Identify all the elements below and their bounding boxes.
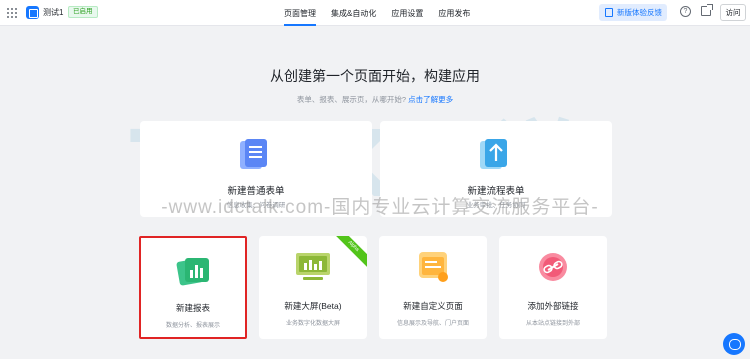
ribbon-label: Alpha xyxy=(333,236,367,269)
chat-support-button[interactable] xyxy=(723,333,745,355)
new-custom-page-card[interactable]: 新建自定义页面 信息展示及导航、门户页面 xyxy=(379,236,487,339)
link-icon xyxy=(539,253,567,281)
tab-app-publish[interactable]: 应用发布 xyxy=(438,0,470,26)
big-screen-icon xyxy=(296,253,330,280)
card-desc: 从本站点链接到外部 xyxy=(525,321,580,327)
tab-page-management[interactable]: 页面管理 xyxy=(284,0,316,26)
card-desc: 业务审批、任务协同 xyxy=(466,202,526,209)
edit-icon xyxy=(605,8,613,17)
new-normal-form-card[interactable]: 新建普通表单 信息收集、问卷调研 xyxy=(140,121,372,217)
feedback-button[interactable]: 新版体验反馈 xyxy=(599,4,667,21)
card-desc: 业务数字化数据大屏 xyxy=(285,321,340,327)
status-badge: 已启用 xyxy=(68,6,98,18)
process-form-icon xyxy=(480,139,507,169)
new-dashboard-screen-card[interactable]: Alpha 新建大屏(Beta) 业务数字化数据大屏 xyxy=(259,236,367,339)
card-title: 新建报表 xyxy=(175,303,210,313)
new-report-card[interactable]: 新建报表 数据分析、报表展示 xyxy=(139,236,247,339)
card-title: 添加外部链接 xyxy=(527,301,579,311)
card-desc: 信息收集、问卷调研 xyxy=(226,202,286,209)
add-external-link-card[interactable]: 添加外部链接 从本站点链接到外部 xyxy=(499,236,607,339)
app-logo-icon xyxy=(26,6,39,19)
card-title: 新建大屏(Beta) xyxy=(284,301,342,311)
tab-app-settings[interactable]: 应用设置 xyxy=(391,0,423,26)
card-title: 新建自定义页面 xyxy=(403,301,463,311)
custom-page-icon xyxy=(419,252,448,282)
apps-grid-icon[interactable] xyxy=(7,8,17,18)
open-external-icon[interactable] xyxy=(701,4,713,16)
page-headline: 从创建第一个页面开始，构建应用 xyxy=(270,68,480,84)
learn-more-link[interactable]: 点击了解更多 xyxy=(408,95,453,104)
app-name[interactable]: 测试1 xyxy=(43,7,63,18)
card-desc: 信息展示及导航、门户页面 xyxy=(396,321,469,327)
visit-button[interactable]: 访问 xyxy=(720,4,746,21)
page-subline: 表单、报表、展示页，从哪开始? 点击了解更多 xyxy=(0,94,750,105)
tab-integration-automation[interactable]: 集成&自动化 xyxy=(331,0,376,26)
main-nav: 页面管理 集成&自动化 应用设置 应用发布 xyxy=(284,0,485,26)
card-title: 新建流程表单 xyxy=(467,186,525,197)
report-chart-icon xyxy=(176,258,209,286)
subline-text: 表单、报表、展示页，从哪开始? xyxy=(296,95,407,104)
alpha-ribbon: Alpha xyxy=(333,236,367,270)
card-desc: 数据分析、报表展示 xyxy=(165,323,220,329)
feedback-button-label: 新版体验反馈 xyxy=(617,8,662,17)
new-process-form-card[interactable]: 新建流程表单 业务审批、任务协同 xyxy=(380,121,612,217)
card-title: 新建普通表单 xyxy=(227,186,285,197)
help-icon[interactable]: ? xyxy=(680,6,691,17)
form-icon xyxy=(240,139,267,169)
top-bar: 测试1 已启用 页面管理 集成&自动化 应用设置 应用发布 新版体验反馈 ? 访… xyxy=(0,0,750,26)
